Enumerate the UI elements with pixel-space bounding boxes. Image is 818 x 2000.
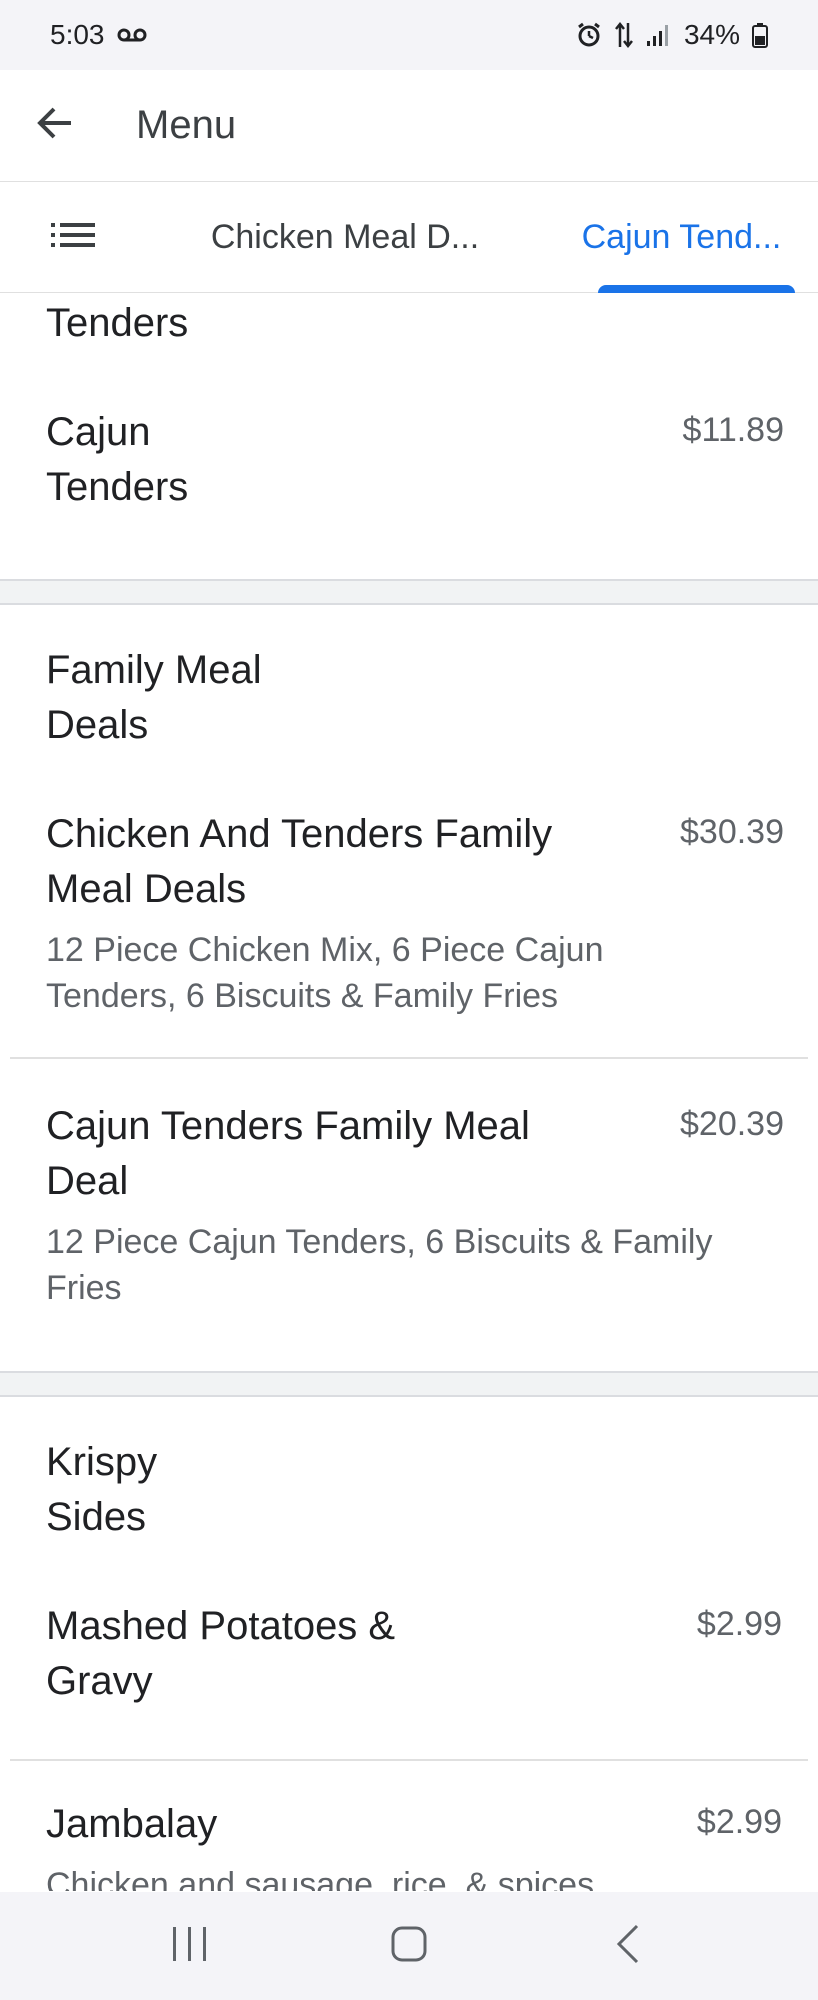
menu-item[interactable]: Jambalay $2.99 Chicken and sausage, rice…	[0, 1761, 818, 1891]
page-title: Menu	[136, 103, 237, 147]
section-krispy-sides: Krispy Sides Mashed Potatoes & Gravy $2.…	[0, 1397, 818, 1891]
tab-label: Cajun Tend...	[581, 218, 782, 256]
category-tab-bar: Chicken Meal D... Cajun Tend...	[0, 183, 818, 293]
back-button[interactable]	[0, 70, 110, 182]
item-name: Chicken And Tenders Family Meal Deals	[46, 812, 553, 911]
item-name: Jambalay	[46, 1802, 218, 1846]
data-transfer-icon	[614, 21, 634, 49]
menu-item[interactable]: Cajun Tenders $11.89	[0, 405, 818, 579]
item-price: $2.99	[696, 1605, 782, 1643]
recent-apps-icon	[170, 1925, 210, 1968]
item-price: $11.89	[682, 411, 784, 449]
alarm-icon	[576, 22, 602, 48]
back-arrow-icon	[35, 103, 75, 148]
list-icon	[50, 222, 95, 253]
item-description: Chicken and sausage, rice, & spices	[46, 1866, 595, 1891]
menu-item[interactable]: Cajun Tenders Family Meal Deal $20.39 12…	[0, 1059, 818, 1371]
section-title: Cajun Tenders	[46, 301, 189, 345]
item-description: 12 Piece Cajun Tenders, 6 Biscuits & Fam…	[46, 1223, 713, 1307]
menu-item[interactable]: Mashed Potatoes & Gravy $2.99	[0, 1599, 818, 1759]
system-nav-bar	[0, 1892, 818, 2000]
item-price: $20.39	[680, 1105, 784, 1143]
item-name: Mashed Potatoes & Gravy	[46, 1604, 396, 1703]
section-title: Krispy Sides	[46, 1440, 158, 1539]
tab-label: Chicken Meal D...	[210, 218, 480, 256]
item-name: Cajun Tenders Family Meal Deal	[46, 1104, 530, 1203]
section-family-meal-deals: Family Meal Deals Chicken And Tenders Fa…	[0, 605, 818, 1371]
chevron-left-icon	[615, 1924, 641, 1969]
menu-item[interactable]: Chicken And Tenders Family Meal Deals $3…	[0, 807, 818, 1057]
status-time: 5:03	[50, 19, 105, 50]
tab-chicken-meal-deals[interactable]: Chicken Meal D...	[145, 183, 545, 293]
item-name: Cajun Tenders	[46, 410, 189, 509]
tab-cajun-tenders[interactable]: Cajun Tend...	[545, 183, 818, 293]
battery-icon	[752, 22, 768, 48]
back-nav-button[interactable]	[583, 1901, 673, 1991]
voicemail-icon	[117, 19, 147, 51]
status-bar: 5:03 34%	[0, 0, 818, 70]
battery-percent: 34%	[683, 19, 740, 50]
category-list-button[interactable]	[0, 183, 145, 293]
app-bar: Menu	[0, 70, 818, 182]
active-tab-indicator	[598, 284, 795, 293]
home-icon	[390, 1925, 428, 1968]
section-cajun-tenders: Cajun Tenders Cajun Tenders $11.89	[0, 294, 818, 579]
section-divider	[0, 1371, 818, 1397]
signal-icon	[646, 23, 672, 47]
item-price: $30.39	[680, 813, 784, 851]
home-button[interactable]	[364, 1901, 454, 1991]
section-title: Family Meal Deals	[46, 648, 262, 747]
item-price: $2.99	[696, 1803, 782, 1841]
recent-apps-button[interactable]	[145, 1901, 235, 1991]
section-divider	[0, 579, 818, 605]
menu-content[interactable]: Cajun Tenders Cajun Tenders $11.89 Famil…	[0, 294, 818, 1891]
item-description: 12 Piece Chicken Mix, 6 Piece Cajun Tend…	[46, 931, 604, 1015]
